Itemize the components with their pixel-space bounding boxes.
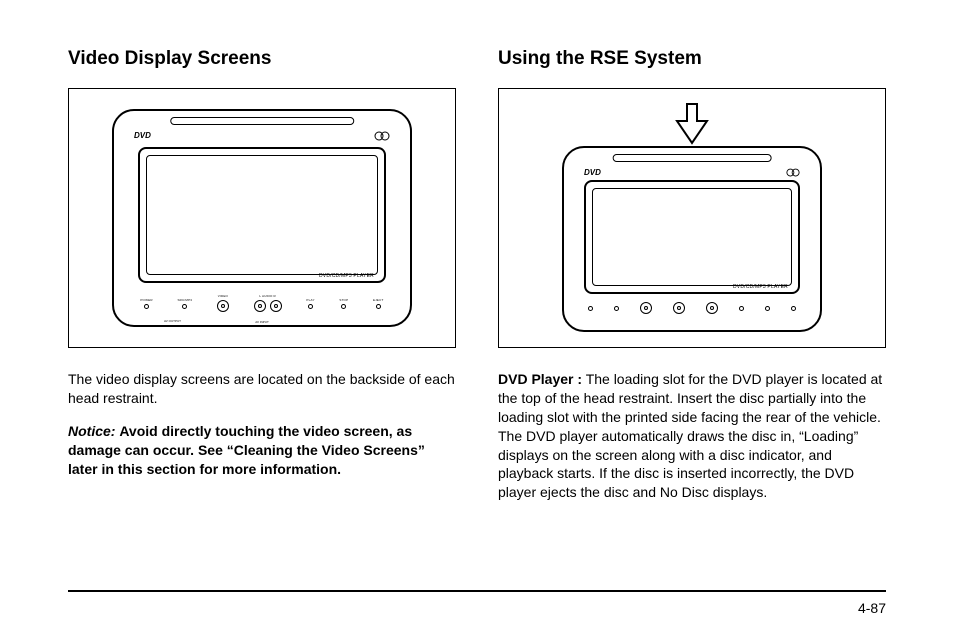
right-column: Using the RSE System DVD DVD/CD/MP3 PLAY… (498, 48, 886, 516)
device-drawing-small: DVD DVD/CD/MP3 PLAYER (562, 146, 822, 332)
eject-button-icon (376, 304, 381, 309)
heading-using-rse: Using the RSE System (498, 48, 886, 70)
para-screen-location: The video display screens are located on… (68, 370, 456, 408)
button-icon (588, 306, 593, 311)
cd-logo (374, 131, 390, 143)
heading-video-display-screens: Video Display Screens (68, 48, 456, 70)
notice-label: Notice: (68, 423, 115, 439)
jack-icon (706, 302, 718, 314)
device-drawing-large: DVD DVD/CD/MP3 PLAYER POWER SRC/MP3 VIDE… (112, 109, 412, 327)
stop-button-icon (341, 304, 346, 309)
cd-logo (786, 168, 800, 179)
notice-paragraph: Notice: Avoid directly touching the vide… (68, 422, 456, 479)
play-button-icon (308, 304, 313, 309)
figure-video-display: DVD DVD/CD/MP3 PLAYER POWER SRC/MP3 VIDE… (68, 88, 456, 348)
audio-r-jack-icon (270, 300, 282, 312)
screen-bezel: DVD/CD/MP3 PLAYER (584, 180, 800, 294)
source-button-icon (182, 304, 187, 309)
disc-slot (170, 117, 354, 125)
disc-slot (613, 154, 772, 162)
audio-l-jack-icon (254, 300, 266, 312)
button-icon (765, 306, 770, 311)
video-jack-icon (217, 300, 229, 312)
screen-bezel: DVD/CD/MP3 PLAYER (138, 147, 386, 283)
screen-model-label: DVD/CD/MP3 PLAYER (319, 273, 374, 279)
power-button-icon (144, 304, 149, 309)
av-output-label: AV OUTPUT (164, 319, 181, 323)
dvd-logo: DVD (134, 131, 151, 140)
screen-inner (146, 155, 378, 275)
screen-inner (592, 188, 792, 286)
jack-icon (673, 302, 685, 314)
dvd-player-label: DVD Player : (498, 371, 582, 387)
footer-divider (68, 590, 886, 592)
control-row: POWER SRC/MP3 VIDEO L AUDIO R PLAY STOP … (114, 289, 410, 317)
dvd-logo: DVD (584, 168, 601, 177)
jack-icon (640, 302, 652, 314)
button-icon (614, 306, 619, 311)
button-icon (739, 306, 744, 311)
page-number: 4-87 (858, 600, 886, 616)
screen-model-label: DVD/CD/MP3 PLAYER (733, 284, 788, 290)
para-dvd-player: DVD Player : The loading slot for the DV… (498, 370, 886, 502)
control-row (564, 294, 820, 322)
button-icon (791, 306, 796, 311)
dvd-player-body: The loading slot for the DVD player is l… (498, 371, 882, 500)
notice-body: Avoid directly touching the video screen… (68, 423, 425, 477)
arrow-down-icon (675, 103, 709, 145)
left-column: Video Display Screens DVD DVD/CD/MP3 PLA… (68, 48, 456, 516)
av-input-label: AV INPUT (255, 320, 269, 324)
figure-rse-system: DVD DVD/CD/MP3 PLAYER (498, 88, 886, 348)
